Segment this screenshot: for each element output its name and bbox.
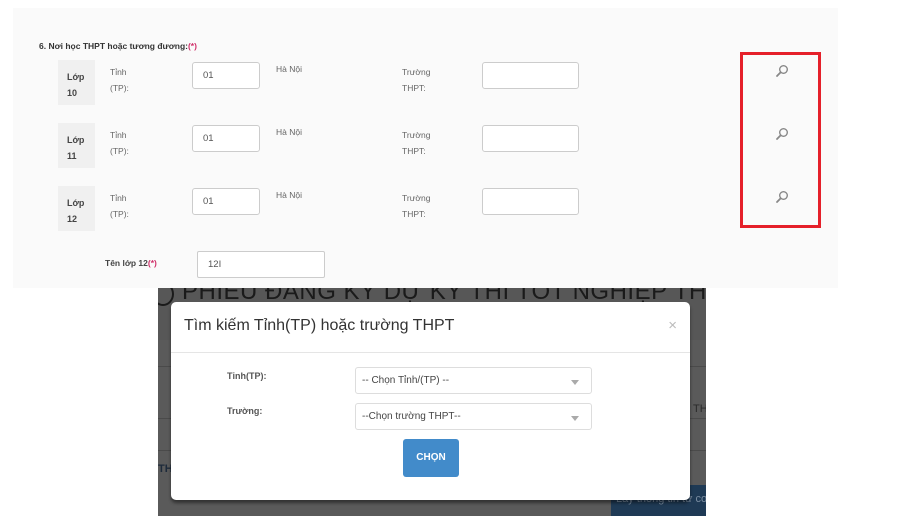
province-name: Hà Nội	[276, 127, 302, 137]
modal-title: Tìm kiếm Tỉnh(TP) hoặc trường THPT	[184, 317, 455, 334]
province-label: Tỉnh (TP):	[110, 64, 129, 96]
school-label-line-1: Trường	[402, 193, 431, 203]
school-select-value: --Chọn trường THPT--	[362, 411, 461, 422]
province-code-input[interactable]: 01	[192, 188, 260, 215]
grade-row-11: Lớp 11 Tỉnh (TP): 01 Hà Nội Trường THPT:	[13, 123, 838, 168]
chevron-down-icon	[571, 380, 579, 385]
province-label: Tỉnh (TP):	[110, 190, 129, 222]
close-icon[interactable]: ×	[668, 318, 677, 334]
school-input[interactable]	[482, 125, 579, 152]
province-select-value: -- Chọn Tỉnh/(TP) --	[362, 375, 450, 386]
grade-row-10: Lớp 10 Tỉnh (TP): 01 Hà Nội Trường THPT:	[13, 60, 838, 105]
grade-row-12: Lớp 12 Tỉnh (TP): 01 Hà Nội Trường THPT:	[13, 186, 838, 231]
school-label: Trường THPT:	[402, 64, 430, 96]
school-input[interactable]	[482, 62, 579, 89]
grade-badge: Lớp 10	[58, 60, 95, 105]
province-name: Hà Nội	[276, 190, 302, 200]
province-label-line-1: Tỉnh	[110, 130, 127, 140]
province-code-input[interactable]: 01	[192, 62, 260, 89]
background-side-text: TH	[693, 403, 706, 415]
class-name-label: Tên lớp 12(*)	[105, 258, 157, 268]
province-select[interactable]: -- Chọn Tỉnh/(TP) --	[355, 367, 592, 394]
choose-button[interactable]: CHỌN	[403, 439, 459, 477]
section-title-text: 6. Nơi học THPT hoặc tương đương:	[39, 41, 188, 51]
school-label-line-2: THPT:	[402, 83, 426, 93]
class-name-input[interactable]: 12I	[197, 251, 325, 278]
school-label: Trường THPT:	[402, 127, 430, 159]
school-select[interactable]: --Chọn trường THPT--	[355, 403, 592, 430]
modal-header: Tìm kiếm Tỉnh(TP) hoặc trường THPT ×	[171, 302, 690, 353]
grade-badge: Lớp 12	[58, 186, 95, 231]
class-name-label-text: Tên lớp 12	[105, 258, 148, 268]
grade-number: 11	[67, 151, 77, 161]
school-label-line-1: Trường	[402, 130, 431, 140]
school-label-line-1: Trường	[402, 67, 431, 77]
school-select-label: Trường:	[227, 406, 263, 416]
school-input[interactable]	[482, 188, 579, 215]
province-label-line-2: (TP):	[110, 83, 129, 93]
province-label-line-2: (TP):	[110, 209, 129, 219]
chevron-down-icon	[571, 416, 579, 421]
province-select-label: Tỉnh(TP):	[227, 371, 267, 381]
province-code-input[interactable]: 01	[192, 125, 260, 152]
grade-badge: Lớp 11	[58, 123, 95, 168]
school-label-line-2: THPT:	[402, 209, 426, 219]
grade-word: Lớp	[67, 72, 85, 82]
province-name: Hà Nội	[276, 64, 302, 74]
required-mark: (*)	[147, 258, 157, 268]
grade-word: Lớp	[67, 198, 85, 208]
highlight-annotation-box	[740, 52, 821, 228]
grade-number: 12	[67, 214, 78, 224]
search-modal: Tìm kiếm Tỉnh(TP) hoặc trường THPT × Tỉn…	[171, 302, 690, 500]
high-school-section: 6. Nơi học THPT hoặc tương đương:(*) Lớp…	[13, 8, 838, 288]
required-mark: (*)	[187, 41, 197, 51]
grade-word: Lớp	[67, 135, 85, 145]
province-label-line-1: Tỉnh	[110, 67, 127, 77]
school-label: Trường THPT:	[402, 190, 430, 222]
section-title: 6. Nơi học THPT hoặc tương đương:(*)	[39, 41, 197, 51]
grade-number: 10	[67, 88, 78, 98]
school-label-line-2: THPT:	[402, 146, 426, 156]
province-label-line-1: Tỉnh	[110, 193, 127, 203]
province-label: Tỉnh (TP):	[110, 127, 129, 159]
province-label-line-2: (TP):	[110, 146, 129, 156]
